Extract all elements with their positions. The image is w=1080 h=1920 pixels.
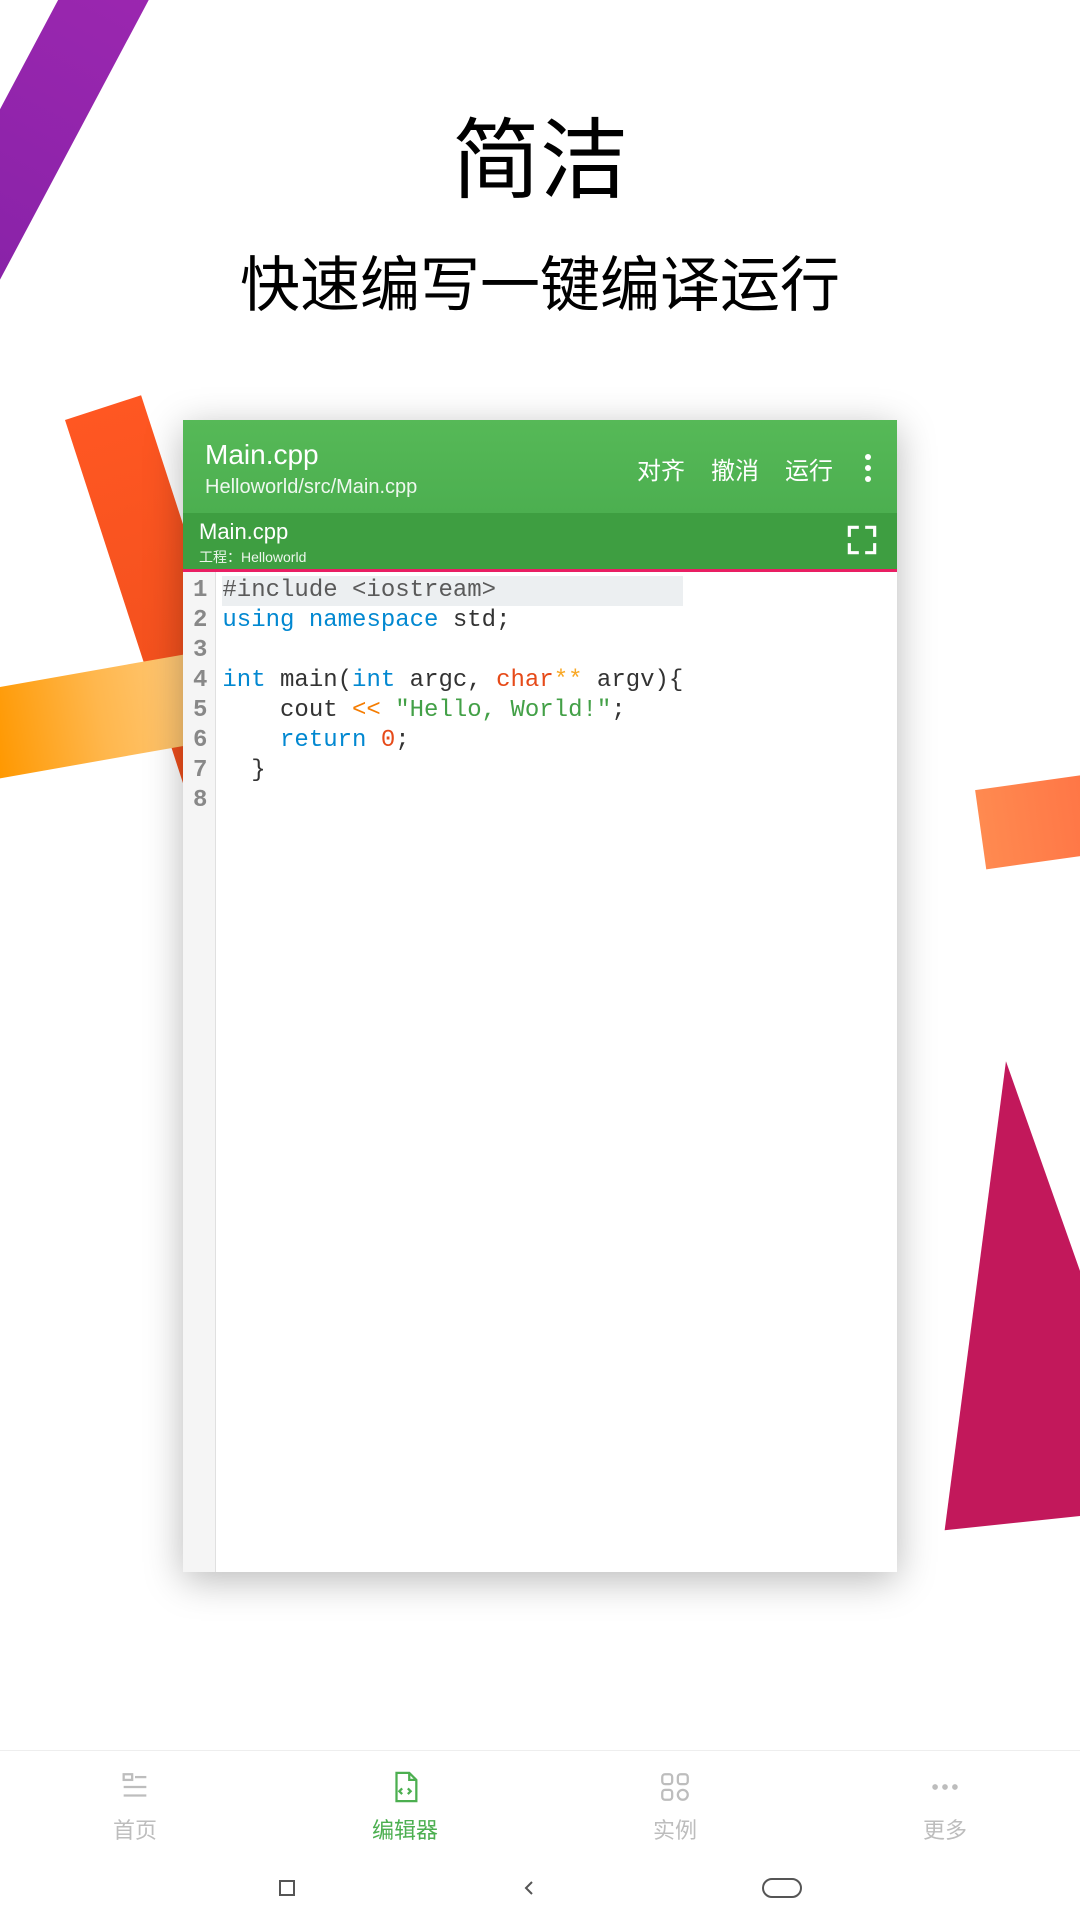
nav-examples[interactable]: 实例 — [540, 1751, 810, 1860]
editor-tabbar: Main.cpp 工程：Helloworld — [183, 513, 897, 569]
nav-editor-label: 编辑器 — [372, 1813, 438, 1845]
home-icon — [115, 1767, 155, 1807]
bottom-navigation: 首页 编辑器 实例 更多 — [0, 1750, 1080, 1860]
headline-title: 简洁 — [0, 90, 1080, 217]
editor-filepath: Helloworld/src/Main.cpp — [205, 476, 637, 499]
marketing-headline: 简洁 快速编写一键编译运行 — [0, 90, 1080, 324]
sys-recent-button[interactable] — [277, 1878, 297, 1903]
sys-back-button[interactable] — [517, 1876, 541, 1905]
nav-more[interactable]: 更多 — [810, 1751, 1080, 1860]
editor-title-block: Main.cpp Helloworld/src/Main.cpp — [205, 438, 637, 499]
code-file-icon — [385, 1767, 425, 1807]
headline-subtitle: 快速编写一键编译运行 — [0, 237, 1080, 324]
tab-project-label: 工程：Helloworld — [199, 547, 843, 567]
nav-more-label: 更多 — [923, 1813, 967, 1845]
undo-button[interactable]: 撤消 — [711, 451, 759, 486]
code-content[interactable]: #include <iostream> using namespace std;… — [216, 572, 689, 1572]
nav-editor[interactable]: 编辑器 — [270, 1751, 540, 1860]
nav-examples-label: 实例 — [653, 1813, 697, 1845]
sys-home-button[interactable] — [761, 1877, 803, 1904]
fullscreen-icon[interactable] — [843, 521, 881, 564]
run-button[interactable]: 运行 — [785, 451, 833, 486]
decor-triangle-magenta — [897, 1050, 1080, 1530]
code-editor-window: Main.cpp Helloworld/src/Main.cpp 对齐 撤消 运… — [183, 420, 897, 1572]
editor-toolbar: Main.cpp Helloworld/src/Main.cpp 对齐 撤消 运… — [183, 420, 897, 513]
line-number-gutter: 1 2 3 4 5 6 7 8 — [183, 572, 216, 1572]
android-system-nav — [0, 1860, 1080, 1920]
align-button[interactable]: 对齐 — [637, 451, 685, 486]
more-horizontal-icon — [925, 1767, 965, 1807]
decor-bar-orange-right — [975, 771, 1080, 870]
nav-home[interactable]: 首页 — [0, 1751, 270, 1860]
code-editor-area[interactable]: 1 2 3 4 5 6 7 8 #include <iostream> usin… — [183, 572, 897, 1572]
tab-filename[interactable]: Main.cpp — [199, 519, 843, 545]
nav-home-label: 首页 — [113, 1813, 157, 1845]
more-menu-icon[interactable] — [859, 454, 877, 482]
editor-filename: Main.cpp — [205, 438, 637, 472]
grid-icon — [655, 1767, 695, 1807]
